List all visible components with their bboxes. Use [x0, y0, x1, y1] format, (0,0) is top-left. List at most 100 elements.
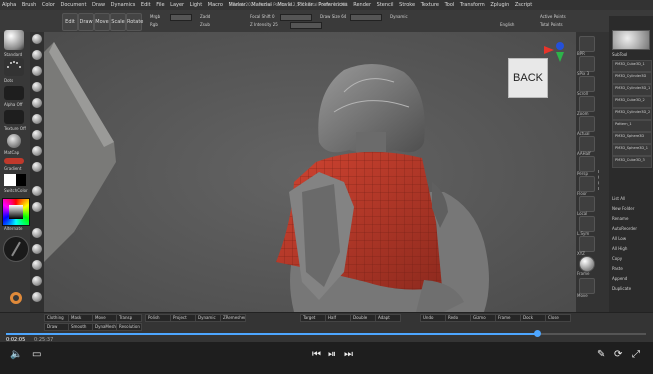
standard-brush-icon[interactable] [4, 30, 24, 50]
z-intensity-track[interactable] [290, 22, 322, 29]
dynamic-toggle[interactable]: Dynamic [390, 14, 408, 19]
rgb-intensity-slider[interactable] [170, 14, 192, 21]
bottom-cell[interactable]: Dock [520, 314, 546, 322]
lsym-button[interactable] [579, 216, 595, 232]
spix-button[interactable] [579, 56, 595, 72]
list-all-button[interactable]: List All [612, 196, 625, 201]
bpr-button[interactable] [579, 36, 595, 52]
menu-texture[interactable]: Texture [421, 0, 439, 10]
menu-layer[interactable]: Layer [170, 0, 184, 10]
bottom-cell[interactable]: Smooth [68, 323, 94, 331]
zoom-button[interactable] [579, 96, 595, 112]
bottom-cell[interactable]: Close [545, 314, 571, 322]
play-pause-icon[interactable]: ⏯ [328, 350, 336, 360]
autoreorder-button[interactable]: AutoReorder [612, 226, 637, 231]
bottom-cell[interactable]: Half [325, 314, 351, 322]
copy-button[interactable]: Copy [612, 256, 622, 261]
brush-slot-icon[interactable] [32, 202, 42, 212]
brush-slot-icon[interactable] [32, 98, 42, 108]
bottom-cell[interactable]: Mask [68, 314, 94, 322]
subtool-item[interactable]: PM3D_Cube3D_3 [612, 156, 652, 168]
rename-button[interactable]: Rename [612, 216, 628, 221]
rotate-button[interactable]: Rotate [126, 13, 143, 31]
zsub-toggle[interactable]: Zsub [200, 22, 210, 27]
brush-slot-icon[interactable] [32, 146, 42, 156]
volume-icon[interactable]: 🔈 [10, 350, 22, 360]
bottom-cell[interactable]: Transp [116, 314, 142, 322]
bottom-cell[interactable]: Gizmo [470, 314, 496, 322]
menu-transform[interactable]: Transform [460, 0, 485, 10]
fullscreen-icon[interactable]: ⤢ [632, 350, 640, 360]
new-folder-button[interactable]: New Folder [612, 206, 634, 211]
secondary-color-swatch[interactable] [16, 174, 26, 186]
mrgb-toggle[interactable]: Mrgb [150, 14, 160, 19]
move-button[interactable]: Move [94, 13, 110, 31]
append-button[interactable]: Append [612, 276, 627, 281]
menu-light[interactable]: Light [190, 0, 202, 10]
menu-color[interactable]: Color [42, 0, 55, 10]
bottom-cell[interactable]: Target [300, 314, 326, 322]
alpha-off-icon[interactable] [4, 86, 24, 100]
floor-button[interactable] [579, 176, 595, 192]
menu-edit[interactable]: Edit [141, 0, 151, 10]
menu-document[interactable]: Document [61, 0, 87, 10]
subtool-item[interactable]: PM3D_Cylinder3D_1 [612, 84, 652, 96]
draw-size-slider[interactable]: Draw Size 64 [320, 14, 346, 19]
brush-slot-icon[interactable] [32, 260, 42, 270]
menu-stencil[interactable]: Stencil [377, 0, 394, 10]
bottom-cell[interactable]: Draw [44, 323, 70, 331]
brush-slot-icon[interactable] [32, 50, 42, 60]
subtool-item[interactable]: PM3D_Cube3D_1 [612, 60, 652, 72]
brush-slot-icon[interactable] [32, 292, 42, 302]
menu-draw[interactable]: Draw [92, 0, 105, 10]
texture-off-icon[interactable] [4, 110, 24, 124]
brush-slot-icon[interactable] [32, 244, 42, 254]
bottom-cell[interactable]: Resolution [116, 323, 142, 331]
subtool-item[interactable]: PM3D_Cylinder3D [612, 72, 652, 84]
subtool-item[interactable]: PM3D_Cube3D_2 [612, 96, 652, 108]
actual-button[interactable] [579, 116, 595, 132]
dots-stroke-icon[interactable] [4, 58, 24, 76]
focal-slider-track[interactable] [280, 14, 312, 21]
scroll-button[interactable] [579, 76, 595, 92]
move-view-button[interactable] [579, 278, 595, 294]
all-low-button[interactable]: All Low [612, 236, 626, 241]
menu-zscript[interactable]: Zscript [515, 0, 532, 10]
viewport-canvas[interactable] [44, 32, 576, 312]
menu-zplugin[interactable]: Zplugin [490, 0, 509, 10]
subtool-item[interactable]: Pattern_1 [612, 120, 652, 132]
lightbox-toggle-icon[interactable] [10, 292, 22, 304]
bottom-cell[interactable]: Frame [495, 314, 521, 322]
bottom-cell[interactable]: Undo [420, 314, 446, 322]
bottom-cell[interactable]: Adapt [375, 314, 401, 322]
bottom-cell[interactable]: Clothing [44, 314, 70, 322]
rgb-toggle[interactable]: Rgb [150, 22, 158, 27]
focal-shift-slider[interactable]: Focal Shift 0 [250, 14, 275, 19]
menu-file[interactable]: File [156, 0, 164, 10]
edit-button[interactable]: Edit [62, 13, 78, 31]
player-prev-icon[interactable]: ⏮ [312, 350, 321, 360]
menu-stroke[interactable]: Stroke [399, 0, 415, 10]
bottom-cell[interactable]: Double [350, 314, 376, 322]
menu-macro[interactable]: Macro [208, 0, 223, 10]
xyz-button[interactable] [579, 236, 595, 252]
subtool-item[interactable]: PM3D_Cylinder3D_2 [612, 108, 652, 120]
brush-slot-icon[interactable] [32, 34, 42, 44]
bottom-cell[interactable]: Dynamic [195, 314, 221, 322]
language-select[interactable]: English [500, 22, 514, 27]
color-picker-wheel[interactable] [2, 198, 30, 226]
main-color-swatch[interactable] [4, 174, 16, 186]
brush-slot-icon[interactable] [32, 276, 42, 286]
menu-dynamics[interactable]: Dynamics [111, 0, 136, 10]
brush-slot-icon[interactable] [32, 228, 42, 238]
subtool-item[interactable]: PM3D_Sphere3D [612, 132, 652, 144]
subtitles-icon[interactable]: ▭ [32, 350, 41, 360]
bottom-cell[interactable]: Move [92, 314, 118, 322]
z-intensity-slider[interactable]: Z Intensity 25 [250, 22, 278, 27]
menu-alpha[interactable]: Alpha [2, 0, 16, 10]
local-button[interactable] [579, 196, 595, 212]
bottom-cell[interactable]: ZRemesher [220, 314, 246, 322]
back-button[interactable]: BACK [508, 58, 548, 98]
brush-slot-icon[interactable] [32, 162, 42, 172]
player-next-icon[interactable]: ⏭ [344, 350, 353, 360]
